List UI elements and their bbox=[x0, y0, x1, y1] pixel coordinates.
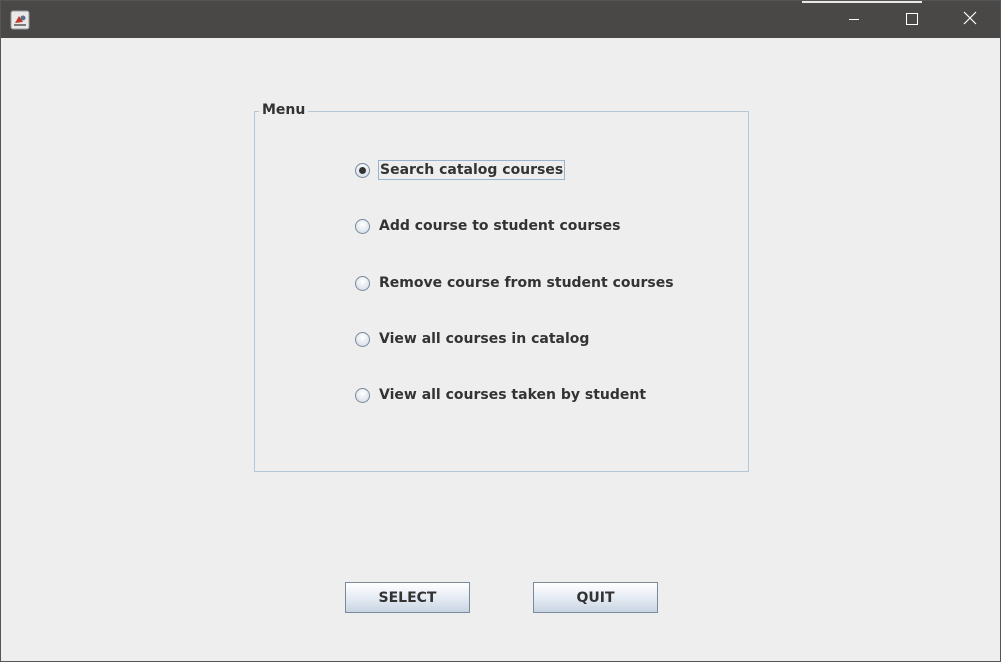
radio-button-selected[interactable] bbox=[355, 162, 370, 178]
option-add-course[interactable]: Add course to student courses bbox=[355, 215, 621, 237]
quit-button[interactable]: QUIT bbox=[533, 582, 658, 613]
radio-button[interactable] bbox=[355, 218, 370, 234]
option-view-catalog[interactable]: View all courses in catalog bbox=[355, 328, 590, 350]
title-bar[interactable] bbox=[1, 1, 1000, 38]
option-label[interactable]: Remove course from student courses bbox=[378, 274, 675, 292]
radio-button[interactable] bbox=[355, 331, 370, 347]
option-label[interactable]: Add course to student courses bbox=[378, 217, 621, 235]
minimize-icon bbox=[848, 10, 860, 29]
option-remove-course[interactable]: Remove course from student courses bbox=[355, 272, 675, 294]
content-panel: Menu Search catalog courses Add course t… bbox=[1, 38, 1000, 661]
maximize-icon bbox=[906, 10, 918, 29]
option-label[interactable]: Search catalog courses bbox=[378, 160, 566, 180]
menu-group-title: Menu bbox=[259, 102, 309, 118]
radio-dot-icon bbox=[359, 166, 366, 174]
close-button[interactable] bbox=[941, 1, 999, 38]
app-window: Menu Search catalog courses Add course t… bbox=[0, 0, 1001, 662]
close-icon bbox=[963, 10, 977, 29]
option-label[interactable]: View all courses taken by student bbox=[378, 386, 647, 404]
radio-button[interactable] bbox=[355, 387, 370, 403]
option-label[interactable]: View all courses in catalog bbox=[378, 330, 590, 348]
radio-button[interactable] bbox=[355, 275, 370, 291]
maximize-button[interactable] bbox=[883, 1, 941, 38]
option-view-student-courses[interactable]: View all courses taken by student bbox=[355, 384, 647, 406]
minimize-button[interactable] bbox=[825, 1, 883, 38]
option-search-catalog[interactable]: Search catalog courses bbox=[355, 159, 566, 181]
java-app-icon[interactable] bbox=[10, 10, 30, 30]
select-button[interactable]: SELECT bbox=[345, 582, 470, 613]
